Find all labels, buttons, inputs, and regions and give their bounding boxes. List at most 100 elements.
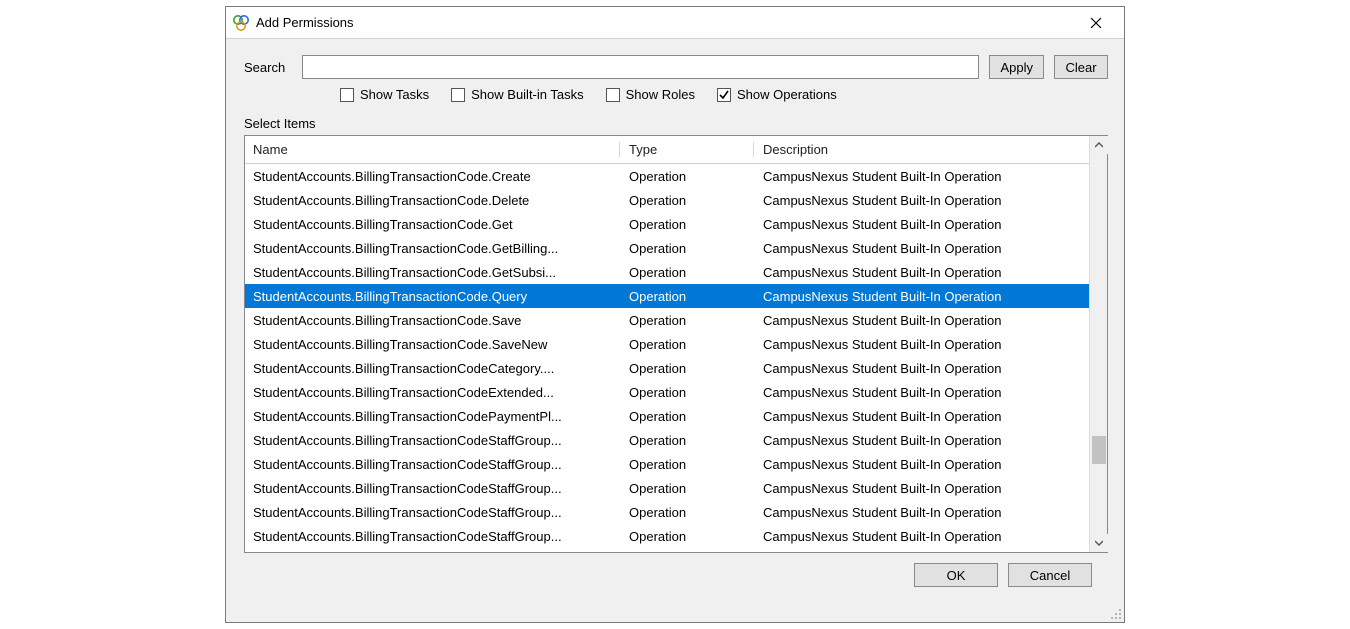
cell-type: Operation <box>621 409 755 424</box>
cell-type: Operation <box>621 529 755 544</box>
table-row[interactable]: StudentAccounts.BillingTransactionCode.G… <box>245 236 1089 260</box>
permissions-grid: Name Type Description StudentAccounts.Bi… <box>244 135 1108 553</box>
dialog-footer: OK Cancel <box>244 553 1108 587</box>
column-header-description[interactable]: Description <box>755 138 1089 161</box>
cell-name: StudentAccounts.BillingTransactionCodeSt… <box>245 457 621 472</box>
checkbox-show-operations[interactable]: Show Operations <box>717 87 837 102</box>
chevron-up-icon <box>1095 141 1103 149</box>
table-row[interactable]: StudentAccounts.BillingTransactionCodeSt… <box>245 476 1089 500</box>
table-row[interactable]: StudentAccounts.BillingTransactionCodeSt… <box>245 452 1089 476</box>
cell-name: StudentAccounts.BillingTransactionCode.G… <box>245 241 621 256</box>
resize-grip[interactable] <box>1110 608 1122 620</box>
checkbox-label: Show Operations <box>737 87 837 102</box>
resize-grip-icon <box>1110 608 1122 620</box>
filter-row: Show Tasks Show Built-in Tasks Show Role… <box>340 87 1108 102</box>
cell-name: StudentAccounts.BillingTransactionCodeCa… <box>245 361 621 376</box>
table-row[interactable]: StudentAccounts.BillingTransactionCode.C… <box>245 164 1089 188</box>
table-row[interactable]: StudentAccounts.BillingTransactionCodeSt… <box>245 500 1089 524</box>
cell-name: StudentAccounts.BillingTransactionCode.Q… <box>245 289 621 304</box>
cell-name: StudentAccounts.BillingTransactionCodeSt… <box>245 433 621 448</box>
ok-button[interactable]: OK <box>914 563 998 587</box>
cell-name: StudentAccounts.BillingTransactionCode.S… <box>245 337 621 352</box>
cell-description: CampusNexus Student Built-In Operation <box>755 217 1089 232</box>
cell-type: Operation <box>621 265 755 280</box>
cell-name: StudentAccounts.BillingTransactionCode.G… <box>245 217 621 232</box>
grid-header: Name Type Description <box>245 136 1089 164</box>
cell-type: Operation <box>621 313 755 328</box>
cell-type: Operation <box>621 193 755 208</box>
cell-name: StudentAccounts.BillingTransactionCode.S… <box>245 313 621 328</box>
cell-description: CampusNexus Student Built-In Operation <box>755 385 1089 400</box>
scroll-up-button[interactable] <box>1090 136 1108 154</box>
search-label: Search <box>244 60 292 75</box>
cell-type: Operation <box>621 385 755 400</box>
cell-name: StudentAccounts.BillingTransactionCode.D… <box>245 193 621 208</box>
cell-description: CampusNexus Student Built-In Operation <box>755 337 1089 352</box>
cell-type: Operation <box>621 169 755 184</box>
window-title: Add Permissions <box>256 15 354 30</box>
cell-description: CampusNexus Student Built-In Operation <box>755 361 1089 376</box>
cell-description: CampusNexus Student Built-In Operation <box>755 289 1089 304</box>
table-row[interactable]: StudentAccounts.BillingTransactionCode.Q… <box>245 284 1089 308</box>
table-row[interactable]: StudentAccounts.BillingTransactionCodePa… <box>245 404 1089 428</box>
cell-description: CampusNexus Student Built-In Operation <box>755 169 1089 184</box>
table-row[interactable]: StudentAccounts.BillingTransactionCode.D… <box>245 188 1089 212</box>
cell-description: CampusNexus Student Built-In Operation <box>755 505 1089 520</box>
cell-description: CampusNexus Student Built-In Operation <box>755 313 1089 328</box>
checkbox-label: Show Tasks <box>360 87 429 102</box>
titlebar: Add Permissions <box>226 7 1124 39</box>
table-row[interactable]: StudentAccounts.BillingTransactionCode.S… <box>245 332 1089 356</box>
table-row[interactable]: StudentAccounts.BillingTransactionCodeEx… <box>245 380 1089 404</box>
close-icon <box>1090 17 1102 29</box>
checkbox-show-tasks[interactable]: Show Tasks <box>340 87 429 102</box>
cell-type: Operation <box>621 481 755 496</box>
cell-description: CampusNexus Student Built-In Operation <box>755 409 1089 424</box>
checkbox-show-roles[interactable]: Show Roles <box>606 87 695 102</box>
apply-button[interactable]: Apply <box>989 55 1044 79</box>
select-items-label: Select Items <box>244 116 1108 131</box>
dialog-add-permissions: Add Permissions Search Apply Clear Show … <box>225 6 1125 623</box>
checkbox-label: Show Built-in Tasks <box>471 87 583 102</box>
cell-type: Operation <box>621 457 755 472</box>
cell-description: CampusNexus Student Built-In Operation <box>755 265 1089 280</box>
cell-description: CampusNexus Student Built-In Operation <box>755 457 1089 472</box>
cell-type: Operation <box>621 217 755 232</box>
search-row: Search Apply Clear <box>244 55 1108 79</box>
scroll-down-button[interactable] <box>1090 534 1108 552</box>
cell-description: CampusNexus Student Built-In Operation <box>755 481 1089 496</box>
chevron-down-icon <box>1095 539 1103 547</box>
cell-description: CampusNexus Student Built-In Operation <box>755 529 1089 544</box>
table-row[interactable]: StudentAccounts.BillingTransactionCodeCa… <box>245 356 1089 380</box>
checkbox-show-builtin-tasks[interactable]: Show Built-in Tasks <box>451 87 583 102</box>
clear-button[interactable]: Clear <box>1054 55 1108 79</box>
table-row[interactable]: StudentAccounts.BillingTransactionCodeSt… <box>245 524 1089 548</box>
cell-description: CampusNexus Student Built-In Operation <box>755 241 1089 256</box>
table-row[interactable]: StudentAccounts.BillingTransactionCode.G… <box>245 260 1089 284</box>
cell-type: Operation <box>621 433 755 448</box>
table-row[interactable]: StudentAccounts.BillingTransactionCode.S… <box>245 308 1089 332</box>
cancel-button[interactable]: Cancel <box>1008 563 1092 587</box>
cell-type: Operation <box>621 289 755 304</box>
search-input[interactable] <box>302 55 979 79</box>
table-row[interactable]: StudentAccounts.BillingTransactionCodeSt… <box>245 428 1089 452</box>
column-header-name[interactable]: Name <box>245 138 621 161</box>
cell-type: Operation <box>621 337 755 352</box>
cell-name: StudentAccounts.BillingTransactionCodePa… <box>245 409 621 424</box>
close-button[interactable] <box>1076 9 1116 37</box>
cell-name: StudentAccounts.BillingTransactionCodeSt… <box>245 529 621 544</box>
cell-name: StudentAccounts.BillingTransactionCodeSt… <box>245 505 621 520</box>
scrollbar-thumb[interactable] <box>1092 436 1106 464</box>
cell-name: StudentAccounts.BillingTransactionCodeEx… <box>245 385 621 400</box>
cell-name: StudentAccounts.BillingTransactionCodeSt… <box>245 481 621 496</box>
checkbox-label: Show Roles <box>626 87 695 102</box>
vertical-scrollbar[interactable] <box>1089 136 1107 552</box>
cell-description: CampusNexus Student Built-In Operation <box>755 193 1089 208</box>
table-row[interactable]: StudentAccounts.BillingTransactionCode.G… <box>245 212 1089 236</box>
cell-type: Operation <box>621 505 755 520</box>
app-icon <box>232 14 250 32</box>
cell-type: Operation <box>621 361 755 376</box>
cell-name: StudentAccounts.BillingTransactionCode.G… <box>245 265 621 280</box>
column-header-type[interactable]: Type <box>621 138 755 161</box>
cell-name: StudentAccounts.BillingTransactionCode.C… <box>245 169 621 184</box>
cell-description: CampusNexus Student Built-In Operation <box>755 433 1089 448</box>
